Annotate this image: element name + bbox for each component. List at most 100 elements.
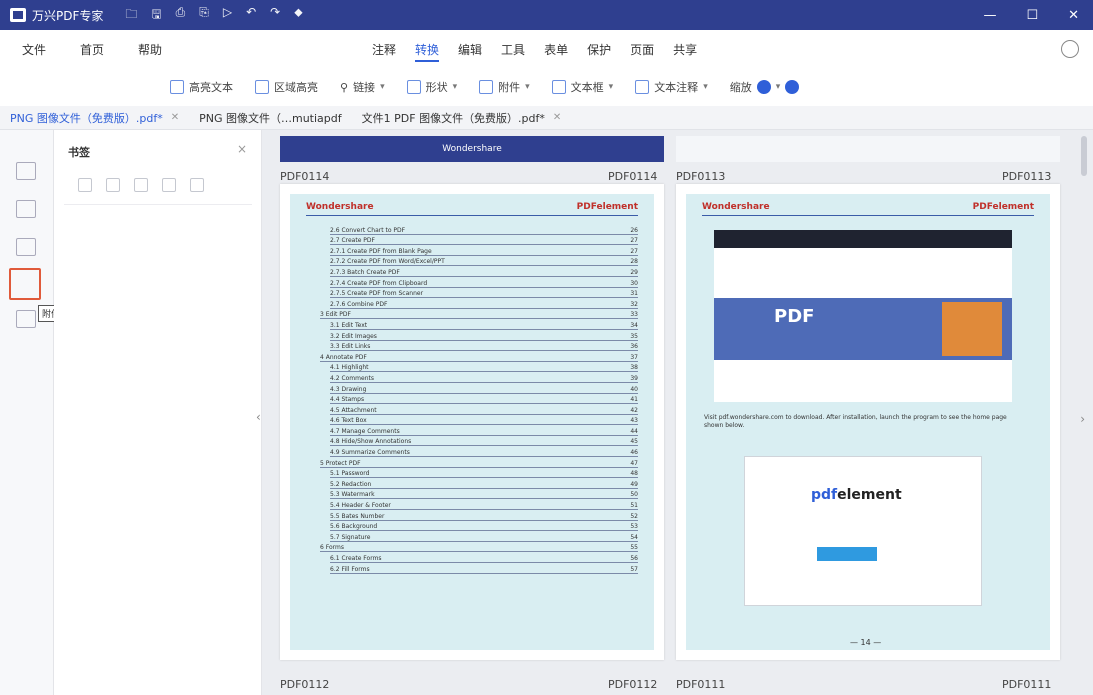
- tab-forms[interactable]: 表单: [544, 41, 568, 62]
- undo-icon[interactable]: ↶: [246, 5, 256, 26]
- toc-row[interactable]: 2.7.1 Create PDF from Blank Page 27: [330, 245, 638, 256]
- textbox-tool[interactable]: 文本框 ▾: [551, 79, 613, 95]
- toc-row[interactable]: 4.1 Highlight 38: [330, 362, 638, 373]
- toc-row[interactable]: 3.1 Edit Text 34: [330, 319, 638, 330]
- save-attachment-icon[interactable]: [134, 178, 148, 192]
- open-icon[interactable]: [106, 178, 120, 192]
- tab-tools[interactable]: 工具: [501, 41, 525, 62]
- toc-row[interactable]: 4.3 Drawing 40: [330, 383, 638, 394]
- play-icon[interactable]: ▷: [223, 5, 232, 26]
- edit-icon[interactable]: [162, 178, 176, 192]
- toc-row[interactable]: 4.2 Comments 39: [330, 372, 638, 383]
- tab-pages[interactable]: 页面: [630, 41, 654, 62]
- toc-row[interactable]: 5.3 Watermark 50: [330, 489, 638, 500]
- toc-row[interactable]: 3 Edit PDF 33: [320, 309, 638, 320]
- attachment-tool[interactable]: 附件 ▾: [479, 79, 530, 95]
- color-picker-icon[interactable]: [756, 80, 771, 94]
- redo-icon[interactable]: ↷: [270, 5, 280, 26]
- shape-tool[interactable]: 形状 ▾: [406, 79, 457, 95]
- toc-row[interactable]: 5.1 Password 48: [330, 468, 638, 479]
- toc-row[interactable]: 2.7.2 Create PDF from Word/Excel/PPT 28: [330, 256, 638, 267]
- search-panel-icon[interactable]: [16, 310, 36, 328]
- maximize-button[interactable]: ☐: [1026, 8, 1038, 23]
- help-icon[interactable]: [785, 80, 800, 94]
- toc-title: 5 Protect PDF: [320, 459, 361, 467]
- toc-row[interactable]: 3.2 Edit Images 35: [330, 330, 638, 341]
- toc-page-number: 41: [630, 396, 638, 404]
- toc-row[interactable]: 2.7.6 Combine PDF 32: [330, 298, 638, 309]
- close-tab-icon[interactable]: ✕: [171, 112, 179, 123]
- toc-title: 3.3 Edit Links: [330, 343, 371, 351]
- tab-comment[interactable]: 注释: [372, 41, 396, 62]
- tab-share[interactable]: 共享: [673, 41, 697, 62]
- document-tab[interactable]: 文件1 PDF 图像文件（免费版）.pdf* ✕: [352, 106, 572, 130]
- thumbnail-icon[interactable]: [16, 162, 36, 180]
- collapse-panel-icon[interactable]: ‹: [256, 410, 261, 424]
- pdf-page[interactable]: Wondershare PDFelement PDF Visit pdf.won…: [676, 184, 1060, 660]
- bookmark-icon[interactable]: [16, 200, 36, 218]
- toc-row[interactable]: 2.7.3 Batch Create PDF 29: [330, 266, 638, 277]
- toc-row[interactable]: 2.7 Create PDF 27: [330, 235, 638, 246]
- highlight-text-tool[interactable]: 高亮文本: [170, 79, 233, 95]
- toc-row[interactable]: 4 Annotate PDF 37: [320, 351, 638, 362]
- menu-home[interactable]: 首页: [80, 41, 104, 58]
- toc-row[interactable]: 6.1 Create Forms 56: [330, 552, 638, 563]
- toc-row[interactable]: 3.3 Edit Links 36: [330, 341, 638, 352]
- menu-help[interactable]: 帮助: [138, 41, 162, 58]
- toc-title: 3.1 Edit Text: [330, 321, 368, 329]
- text-comment-tool[interactable]: 文本注释 ▾: [635, 79, 708, 95]
- toc-title: 5.1 Password: [330, 470, 370, 478]
- toc-row[interactable]: 4.4 Stamps 41: [330, 394, 638, 405]
- toc-page-number: 27: [630, 237, 638, 245]
- open-file-icon[interactable]: 🗀: [125, 5, 137, 26]
- vertical-scrollbar[interactable]: [1081, 136, 1087, 176]
- body-paragraph: Visit pdf.wondershare.com to download. A…: [704, 414, 1007, 429]
- toc-row[interactable]: 5.2 Redaction 49: [330, 478, 638, 489]
- previous-page-strip-right: [676, 136, 1060, 162]
- save-icon[interactable]: 🖫: [151, 5, 161, 26]
- close-tab-icon[interactable]: ✕: [553, 112, 561, 123]
- toc-row[interactable]: 4.8 Hide/Show Annotations 45: [330, 436, 638, 447]
- toc-row[interactable]: 2.7.5 Create PDF from Scanner 31: [330, 288, 638, 299]
- toc-row[interactable]: 5.4 Header & Footer 51: [330, 499, 638, 511]
- toc-row[interactable]: 4.7 Manage Comments 44: [330, 425, 638, 436]
- panel-close-icon[interactable]: ×: [237, 142, 247, 156]
- toc-title: 4.7 Manage Comments: [330, 427, 400, 435]
- left-icon-rail: [0, 130, 54, 695]
- document-tab[interactable]: PNG 图像文件（…mutiapdf: [189, 106, 352, 130]
- toc-row[interactable]: 4.5 Attachment 42: [330, 404, 638, 415]
- toc-row[interactable]: 5.7 Signature 54: [330, 531, 638, 542]
- document-tab[interactable]: PNG 图像文件（免费版）.pdf* ✕: [0, 106, 189, 130]
- toc-row[interactable]: 2.7.4 Create PDF from Clipboard 30: [330, 277, 638, 288]
- toc-row[interactable]: 5.5 Bates Number 52: [330, 510, 638, 521]
- close-button[interactable]: ✕: [1068, 8, 1079, 23]
- toc-row[interactable]: 6.2 Fill Forms 57: [330, 563, 638, 574]
- account-icon[interactable]: [1061, 40, 1079, 58]
- attachment-panel-icon[interactable]: [9, 268, 41, 300]
- delete-icon[interactable]: [190, 178, 204, 192]
- pdf-page[interactable]: Wondershare PDFelement 2.6 Convert Chart…: [280, 184, 664, 660]
- toc-row[interactable]: 6 Forms 55: [320, 542, 638, 553]
- minimize-button[interactable]: —: [983, 8, 996, 23]
- comment-icon[interactable]: [16, 238, 36, 256]
- menu-file[interactable]: 文件: [22, 41, 46, 58]
- add-icon[interactable]: [78, 178, 92, 192]
- chevron-down-icon: ▾: [525, 82, 530, 92]
- tab-protect[interactable]: 保护: [587, 41, 611, 62]
- toc-row[interactable]: 4.6 Text Box 43: [330, 415, 638, 426]
- area-highlight-tool[interactable]: 区域高亮: [255, 79, 318, 95]
- toc-row[interactable]: 5.6 Background 53: [330, 521, 638, 532]
- customize-icon[interactable]: ⬥: [294, 5, 302, 26]
- zoom-tool[interactable]: 缩放 ▾: [730, 79, 800, 95]
- expand-right-icon[interactable]: ›: [1080, 412, 1085, 426]
- toc-row[interactable]: 5 Protect PDF 47: [320, 457, 638, 468]
- toc-row[interactable]: 2.6 Convert Chart to PDF 26: [330, 224, 638, 235]
- tab-convert[interactable]: 转换: [415, 41, 440, 62]
- panel-title: 书签: [68, 146, 90, 159]
- copy-icon[interactable]: ⎘: [199, 5, 209, 26]
- toc-row[interactable]: 4.9 Summarize Comments 46: [330, 446, 638, 458]
- tab-edit[interactable]: 编辑: [458, 41, 482, 62]
- print-icon[interactable]: ⎙: [176, 5, 186, 26]
- link-tool[interactable]: ⚲ 链接 ▾: [340, 79, 385, 95]
- toc-title: 2.7.4 Create PDF from Clipboard: [330, 279, 428, 287]
